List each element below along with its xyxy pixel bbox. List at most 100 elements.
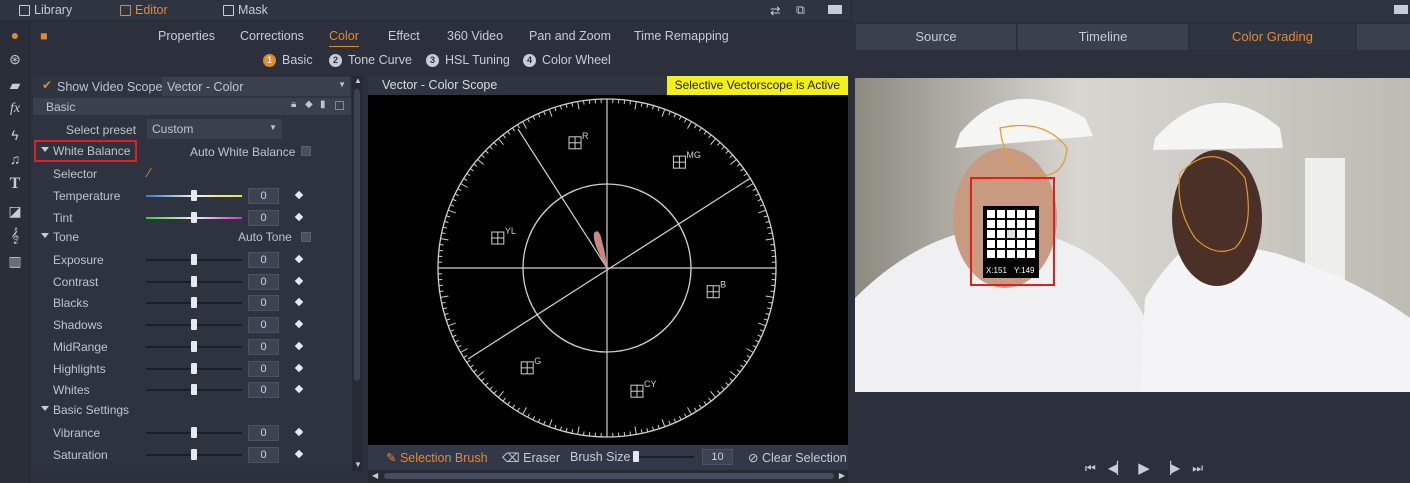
- tab-source[interactable]: Source: [856, 24, 1016, 50]
- audio-icon[interactable]: 𝄞: [5, 227, 25, 247]
- scrollbar-thumb[interactable]: [384, 473, 834, 479]
- lock-icon[interactable]: 🔒︎: [291, 99, 296, 110]
- tab-timeline[interactable]: Timeline: [1018, 24, 1188, 50]
- tab-effect[interactable]: Effect: [388, 29, 420, 43]
- keyframe-icon[interactable]: [294, 190, 304, 200]
- keyframe-icon[interactable]: [294, 298, 304, 307]
- keyframe-icon[interactable]: [294, 363, 304, 372]
- layout-icon[interactable]: [828, 5, 842, 14]
- keyframe-icon[interactable]: [294, 449, 304, 458]
- clear-selection-button[interactable]: ⊘ Clear Selection: [748, 450, 847, 465]
- skip-to-start-icon[interactable]: ⏮: [1085, 461, 1096, 477]
- highlights-input[interactable]: 0: [248, 360, 279, 377]
- editor-tab[interactable]: Editor: [120, 3, 168, 17]
- slider-thumb[interactable]: [191, 254, 197, 265]
- music-icon[interactable]: ♫: [5, 151, 25, 171]
- tint-input[interactable]: 0: [248, 209, 279, 226]
- saturation-input[interactable]: 0: [248, 446, 279, 463]
- layout-icon[interactable]: [1394, 5, 1408, 14]
- video-preview[interactable]: X:151 Y:149: [855, 78, 1410, 392]
- whites-input[interactable]: 0: [248, 382, 279, 399]
- link-icon[interactable]: ⇄: [770, 3, 780, 18]
- tab-color[interactable]: Color: [329, 29, 359, 47]
- whites-slider[interactable]: [146, 384, 242, 396]
- mask-tab[interactable]: Mask: [223, 3, 268, 17]
- folder-icon[interactable]: ▰: [5, 77, 25, 97]
- contrast-input[interactable]: 0: [248, 273, 279, 290]
- tab-extra[interactable]: [1357, 24, 1410, 50]
- slider-thumb[interactable]: [191, 190, 197, 201]
- slider-thumb[interactable]: [191, 384, 197, 396]
- tab-properties[interactable]: Properties: [158, 29, 215, 43]
- collapse-icon[interactable]: [335, 101, 344, 110]
- keyframe-icon[interactable]: [294, 319, 304, 329]
- scroll-left-icon[interactable]: ◀: [372, 471, 378, 480]
- horizontal-scrollbar[interactable]: ◀ ▶: [368, 470, 848, 483]
- caret-down-icon[interactable]: [41, 406, 49, 411]
- subtab-basic[interactable]: 1 Basic: [263, 53, 313, 67]
- eraser-button[interactable]: ⌫ Eraser: [502, 450, 560, 465]
- detach-icon[interactable]: ⧉: [796, 3, 805, 18]
- slider-thumb[interactable]: [191, 297, 197, 309]
- scroll-right-icon[interactable]: ▶: [839, 471, 845, 480]
- keyframe-icon[interactable]: [294, 384, 304, 394]
- shadows-input[interactable]: 0: [248, 317, 279, 334]
- slider-thumb[interactable]: [191, 275, 197, 287]
- scroll-down-icon[interactable]: ▼: [354, 460, 362, 469]
- saturation-slider[interactable]: [146, 448, 242, 460]
- checkbox-checked-icon[interactable]: ✔: [42, 78, 52, 92]
- temperature-input[interactable]: 0: [248, 188, 279, 204]
- tab-360-video[interactable]: 360 Video: [447, 29, 503, 43]
- camera-icon[interactable]: ●: [5, 27, 25, 47]
- midrange-input[interactable]: 0: [248, 338, 279, 355]
- step-forward-icon[interactable]: ▕▶: [1162, 461, 1180, 477]
- keyframe-icon[interactable]: [294, 212, 304, 221]
- subtab-color-wheel[interactable]: 4 Color Wheel: [523, 53, 611, 67]
- selection-brush-button[interactable]: ✎ Selection Brush: [386, 450, 488, 465]
- slider-thumb[interactable]: [633, 451, 639, 462]
- vibrance-slider[interactable]: [146, 427, 242, 438]
- scrollbar-thumb[interactable]: [354, 89, 360, 381]
- slider-thumb[interactable]: [191, 362, 197, 374]
- shadows-slider[interactable]: [146, 319, 242, 331]
- fx-icon[interactable]: fx: [5, 101, 25, 121]
- piano-icon[interactable]: ▥: [5, 253, 25, 273]
- panel-scrollbar[interactable]: ▲ ▼: [352, 76, 363, 471]
- subtab-tone-curve[interactable]: 2 Tone Curve: [329, 53, 412, 67]
- slider-thumb[interactable]: [191, 340, 197, 352]
- keyframe-icon[interactable]: [294, 341, 304, 351]
- exposure-slider[interactable]: [146, 254, 242, 265]
- keyframe-icon[interactable]: ◆: [305, 99, 313, 110]
- brush-size-input[interactable]: 10: [702, 449, 733, 465]
- step-back-icon[interactable]: ◀▏: [1108, 461, 1126, 477]
- temperature-slider[interactable]: [146, 190, 242, 201]
- keyframe-icon[interactable]: [294, 254, 304, 264]
- keyframe-icon[interactable]: [294, 276, 304, 285]
- transition-icon[interactable]: ϟ: [5, 127, 25, 147]
- scope-type-select[interactable]: Vector - Color ▼: [162, 77, 350, 96]
- play-icon[interactable]: ▶: [1138, 459, 1150, 477]
- vectorscope-display[interactable]: R MG B CY G YL: [368, 95, 848, 445]
- film-reel-icon[interactable]: ⊛: [5, 51, 25, 71]
- tab-corrections[interactable]: Corrections: [240, 29, 304, 43]
- vibrance-input[interactable]: 0: [248, 425, 279, 441]
- midrange-slider[interactable]: [146, 340, 242, 352]
- contrast-slider[interactable]: [146, 275, 242, 287]
- exposure-input[interactable]: 0: [248, 252, 279, 268]
- preset-select[interactable]: Custom ▼: [147, 119, 282, 139]
- blacks-slider[interactable]: [146, 297, 242, 309]
- tab-time-remapping[interactable]: Time Remapping: [634, 29, 729, 43]
- auto-white-balance-checkbox[interactable]: [301, 146, 311, 156]
- slider-thumb[interactable]: [191, 448, 197, 460]
- trash-icon[interactable]: ▮: [320, 99, 326, 110]
- keyframe-icon[interactable]: [294, 427, 304, 437]
- slider-thumb[interactable]: [191, 211, 197, 223]
- caret-down-icon[interactable]: [41, 233, 49, 238]
- tab-pan-and-zoom[interactable]: Pan and Zoom: [529, 29, 611, 43]
- scroll-up-icon[interactable]: ▲: [354, 76, 362, 85]
- tone-header[interactable]: Tone: [53, 230, 79, 244]
- slider-thumb[interactable]: [191, 319, 197, 331]
- subtab-hsl-tuning[interactable]: 3 HSL Tuning: [426, 53, 510, 67]
- blacks-input[interactable]: 0: [248, 295, 279, 312]
- caret-down-icon[interactable]: [41, 147, 49, 152]
